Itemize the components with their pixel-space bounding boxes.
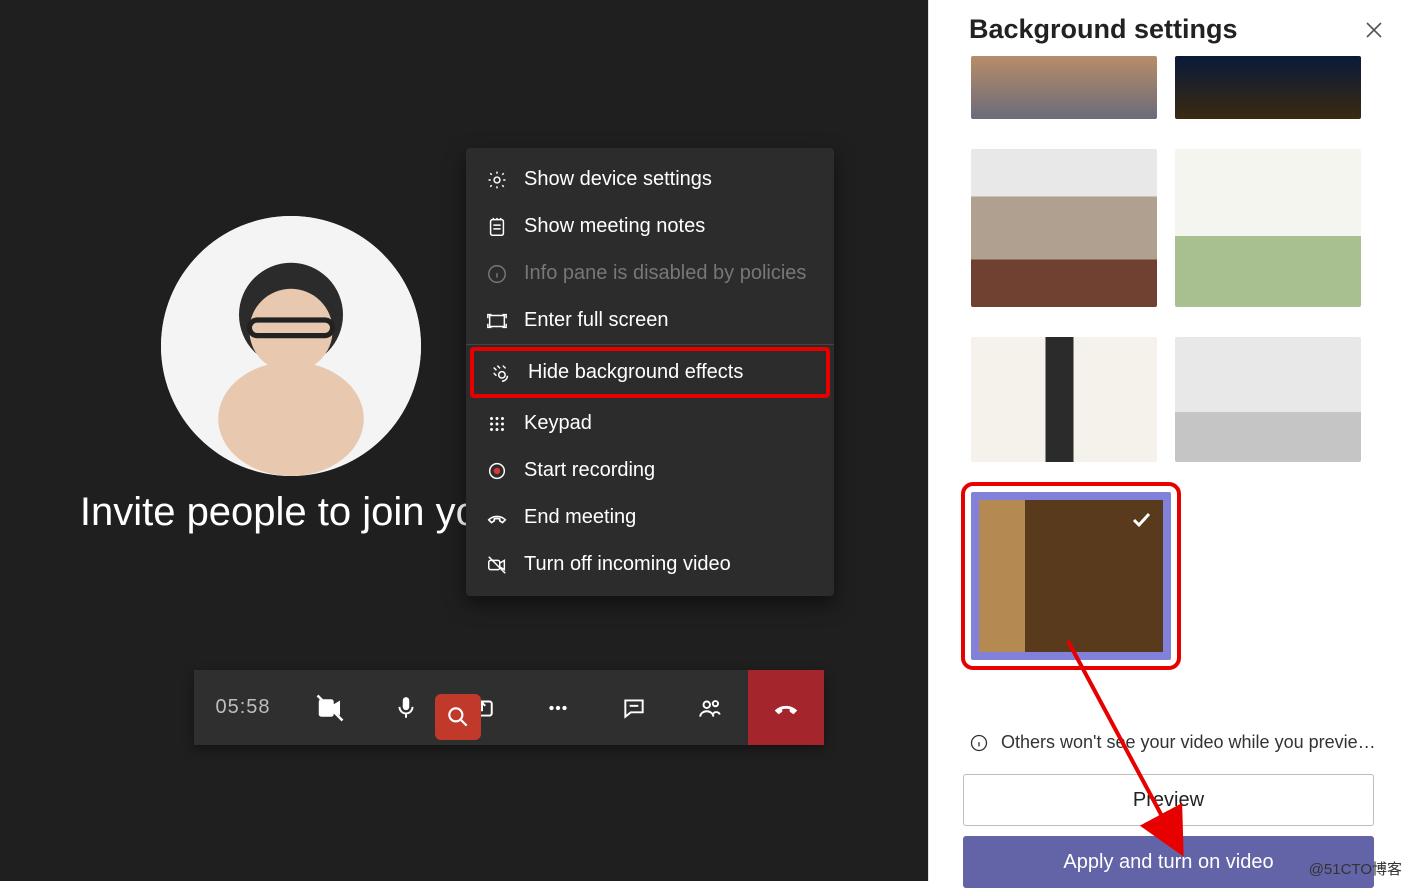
panel-title: Background settings — [969, 14, 1238, 45]
menu-label: Show meeting notes — [524, 215, 705, 238]
menu-show-meeting-notes[interactable]: Show meeting notes — [466, 203, 834, 250]
notes-icon — [486, 216, 508, 238]
close-icon[interactable] — [1362, 18, 1386, 42]
info-icon — [969, 733, 989, 753]
menu-label: End meeting — [524, 506, 636, 529]
menu-separator — [466, 344, 834, 345]
menu-label: Enter full screen — [524, 309, 669, 332]
background-option[interactable] — [1175, 149, 1361, 307]
menu-label: Info pane is disabled by policies — [524, 262, 806, 285]
record-icon — [486, 460, 508, 482]
call-timer: 05:58 — [194, 670, 292, 745]
menu-start-recording[interactable]: Start recording — [466, 447, 834, 494]
menu-show-device-settings[interactable]: Show device settings — [466, 156, 834, 203]
meeting-stage: Invite people to join you Show device se… — [0, 0, 928, 881]
menu-enter-fullscreen[interactable]: Enter full screen — [466, 297, 834, 344]
preview-button[interactable]: Preview — [963, 774, 1374, 826]
more-actions-button[interactable] — [520, 670, 596, 745]
background-option[interactable] — [1175, 56, 1361, 119]
menu-label: Hide background effects — [528, 361, 743, 384]
preview-info: Others won't see your video while you pr… — [969, 732, 1378, 753]
mic-toggle-button[interactable] — [368, 670, 444, 745]
call-toolbar: 05:58 — [194, 670, 824, 745]
mic-icon — [393, 695, 419, 721]
menu-label: Turn off incoming video — [524, 553, 731, 576]
menu-keypad[interactable]: Keypad — [466, 400, 834, 447]
background-settings-panel: Background settings Others won't see you… — [928, 0, 1408, 881]
hangup-phone-icon — [771, 693, 801, 723]
background-grid — [971, 56, 1376, 660]
more-actions-menu: Show device settings Show meeting notes … — [466, 148, 834, 596]
background-option[interactable] — [971, 337, 1157, 462]
background-option-selected[interactable] — [971, 492, 1171, 660]
chat-icon — [621, 695, 647, 721]
check-icon — [1129, 508, 1153, 532]
menu-info-pane-disabled: Info pane is disabled by policies — [466, 250, 834, 297]
keypad-icon — [486, 413, 508, 435]
participants-button[interactable] — [672, 670, 748, 745]
fullscreen-icon — [486, 310, 508, 332]
hangup-icon — [486, 507, 508, 529]
preview-info-text: Others won't see your video while you pr… — [1001, 732, 1376, 753]
avatar — [161, 216, 421, 476]
background-effects-icon — [490, 362, 512, 384]
video-off-icon — [486, 554, 508, 576]
menu-label: Start recording — [524, 459, 655, 482]
background-option[interactable] — [971, 56, 1157, 119]
menu-label: Keypad — [524, 412, 592, 435]
menu-turn-off-incoming-video[interactable]: Turn off incoming video — [466, 541, 834, 588]
watermark: @51CTO博客 — [1309, 858, 1402, 879]
background-option[interactable] — [971, 149, 1157, 307]
camera-toggle-button[interactable] — [292, 670, 368, 745]
menu-end-meeting[interactable]: End meeting — [466, 494, 834, 541]
menu-label: Show device settings — [524, 168, 712, 191]
chat-button[interactable] — [596, 670, 672, 745]
search-overlay-button[interactable] — [435, 694, 481, 740]
avatar-placeholder-icon — [161, 216, 421, 476]
gear-icon — [486, 169, 508, 191]
background-option[interactable] — [1175, 337, 1361, 462]
hangup-button[interactable] — [748, 670, 824, 745]
ellipsis-icon — [545, 695, 571, 721]
search-icon — [445, 704, 471, 730]
info-icon — [486, 263, 508, 285]
panel-header: Background settings — [929, 0, 1408, 55]
menu-hide-background-effects[interactable]: Hide background effects — [470, 347, 830, 398]
people-icon — [697, 695, 723, 721]
camera-off-icon — [315, 693, 345, 723]
